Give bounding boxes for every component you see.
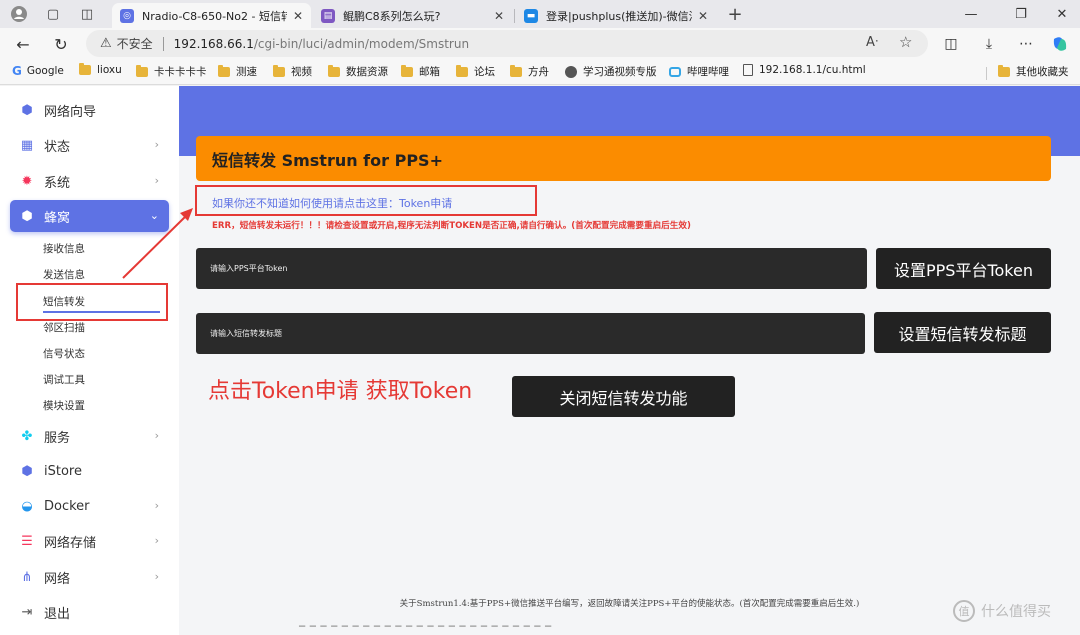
annotation-arrow bbox=[122, 208, 193, 279]
watermark: 值 什么值得买 bbox=[953, 600, 1051, 622]
watermark-logo-icon: 值 bbox=[953, 600, 975, 622]
